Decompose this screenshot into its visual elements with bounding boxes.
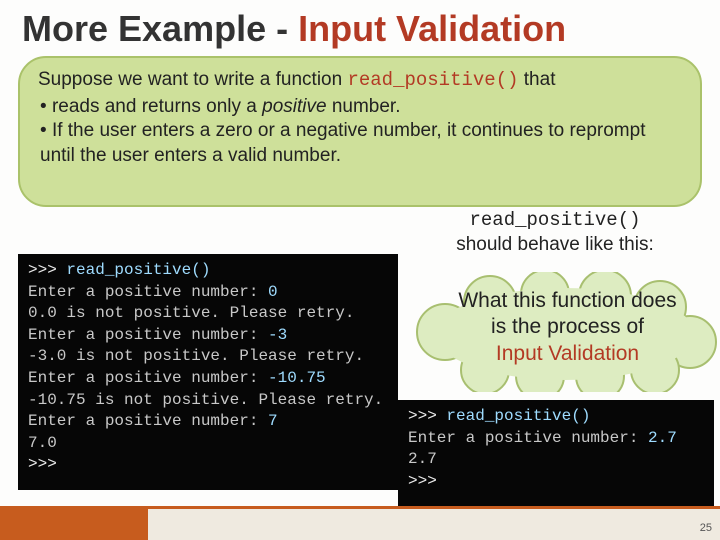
callout-bubble: What this function does is the process o… [430, 288, 705, 367]
repl-input: 7 [268, 412, 278, 430]
intro-text: reads and returns only a [52, 96, 262, 117]
repl-input: 2.7 [648, 429, 677, 447]
repl-output: Enter a positive number: [28, 283, 268, 301]
note-box: read_positive() should behave like this: [400, 208, 710, 257]
repl-output: Enter a positive number: [28, 369, 268, 387]
repl-output: 7.0 [28, 434, 57, 452]
repl-output: Enter a positive number: [28, 412, 268, 430]
footer-rest [148, 509, 720, 540]
intro-text: that [519, 69, 556, 90]
bubble-line: is the process of [491, 315, 644, 338]
repl-output: 2.7 [408, 450, 437, 468]
footer-accent [0, 509, 148, 540]
repl-output: -3.0 is not positive. Please retry. [28, 347, 364, 365]
repl-input: read_positive() [66, 261, 210, 279]
repl-prompt: >>> [28, 261, 66, 279]
title-accent: Input Validation [298, 8, 566, 49]
repl-input: read_positive() [446, 407, 590, 425]
terminal-left: >>> read_positive() Enter a positive num… [18, 254, 398, 490]
bubble-accent: Input Validation [496, 342, 639, 365]
code-inline: read_positive() [469, 209, 640, 231]
intro-bullet-1: reads and returns only a positive number… [38, 95, 682, 120]
repl-output: Enter a positive number: [28, 326, 268, 344]
bubble-line: What this function does [458, 289, 676, 312]
repl-input: -10.75 [268, 369, 326, 387]
intro-text: Suppose we want to write a function [38, 69, 347, 90]
repl-output: -10.75 is not positive. Please retry. [28, 391, 383, 409]
intro-box: Suppose we want to write a function read… [18, 56, 702, 207]
intro-em: positive [262, 96, 326, 117]
repl-prompt: >>> [28, 455, 57, 473]
intro-text: number. [327, 96, 401, 117]
code-inline: read_positive() [347, 69, 518, 91]
title-prefix: More Example - [22, 8, 298, 49]
intro-line1: Suppose we want to write a function read… [38, 68, 682, 93]
repl-input: 0 [268, 283, 278, 301]
footer-bar [0, 506, 720, 540]
intro-bullet-2: If the user enters a zero or a negative … [38, 119, 682, 168]
repl-prompt: >>> [408, 472, 437, 490]
repl-prompt: >>> [408, 407, 446, 425]
slide-title: More Example - Input Validation [0, 0, 720, 54]
repl-input: -3 [268, 326, 287, 344]
page-number: 25 [700, 522, 712, 534]
repl-output: 0.0 is not positive. Please retry. [28, 304, 354, 322]
repl-output: Enter a positive number: [408, 429, 648, 447]
note-text: should behave like this: [456, 234, 654, 255]
terminal-right: >>> read_positive() Enter a positive num… [398, 400, 714, 508]
